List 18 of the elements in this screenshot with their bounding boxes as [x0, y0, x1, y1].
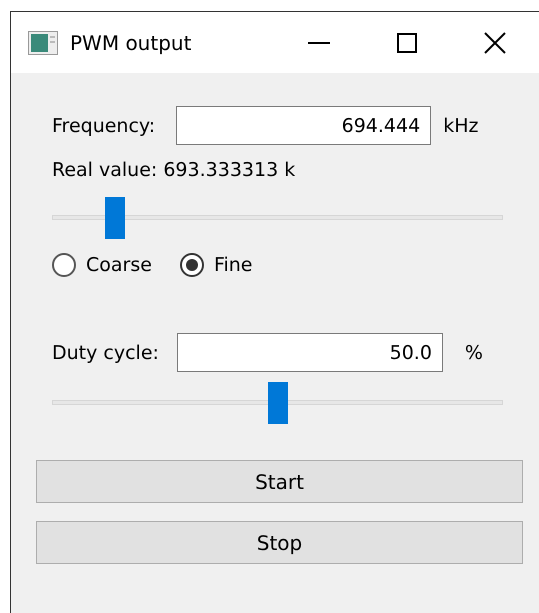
close-icon[interactable] [484, 32, 506, 54]
duty-cycle-slider[interactable] [52, 382, 503, 424]
start-button[interactable]: Start [36, 460, 523, 503]
unit-label: kHz [443, 114, 478, 136]
frequency-slider[interactable] [52, 197, 503, 239]
unit-label: % [464, 342, 483, 364]
radio-button[interactable]: Fine [180, 253, 252, 277]
duty-cycle-label: Duty cycle: [52, 342, 159, 364]
frequency-label: Frequency: [52, 114, 156, 136]
app-icon [28, 30, 58, 54]
minimize-icon[interactable] [308, 42, 330, 44]
radio-button[interactable]: Coarse [52, 253, 152, 277]
real-value-text: Real value: 693.333313 k [52, 159, 296, 181]
duty-cycle-field[interactable]: 50.0 [176, 333, 443, 372]
frequency-field[interactable]: 694.444 [176, 106, 432, 145]
maximize-icon[interactable] [397, 32, 417, 52]
stop-button[interactable]: Stop [36, 521, 523, 564]
window-title: PWM output [70, 30, 192, 54]
